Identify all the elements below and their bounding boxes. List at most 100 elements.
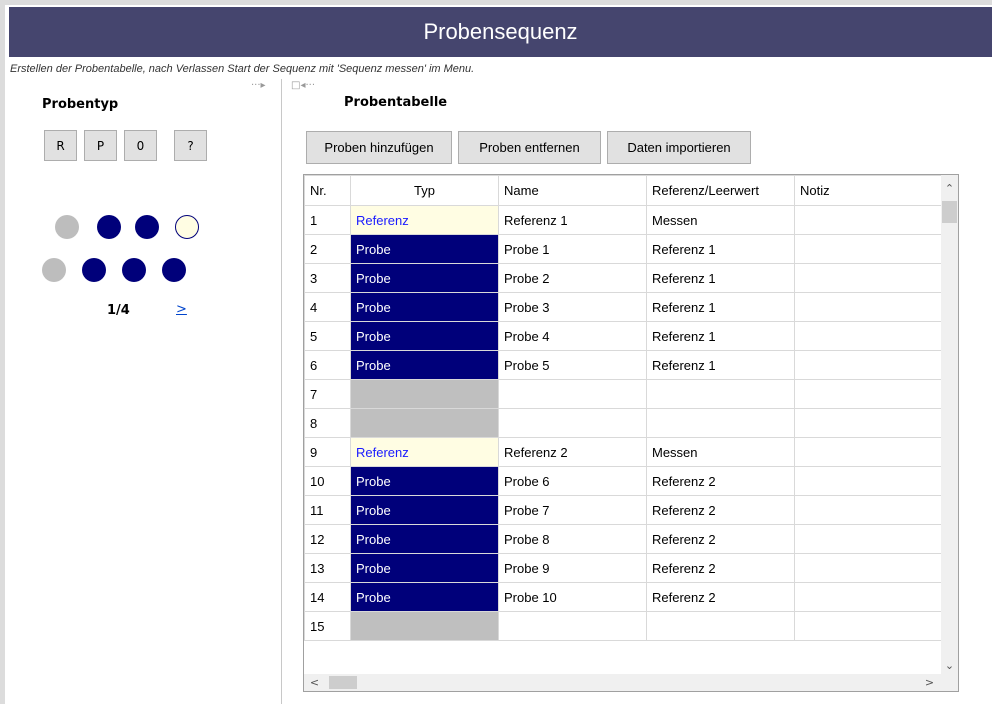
chevron-left-icon[interactable]: < bbox=[306, 674, 323, 691]
table-row[interactable]: 11 Probe Probe 7 Referenz 2 bbox=[304, 495, 942, 525]
cell-reference[interactable]: Referenz 2 bbox=[646, 553, 795, 583]
chevron-right-icon[interactable]: > bbox=[921, 674, 938, 691]
cell-nr[interactable]: 13 bbox=[304, 553, 351, 583]
type-help-button[interactable]: ? bbox=[174, 130, 207, 161]
cell-nr[interactable]: 9 bbox=[304, 437, 351, 467]
cell-reference[interactable]: Messen bbox=[646, 205, 795, 235]
cell-name[interactable]: Probe 1 bbox=[498, 234, 647, 264]
cell-name[interactable] bbox=[498, 611, 647, 641]
table-row[interactable]: 10 Probe Probe 6 Referenz 2 bbox=[304, 466, 942, 496]
cell-note[interactable] bbox=[794, 205, 942, 235]
add-samples-button[interactable]: Proben hinzufügen bbox=[306, 131, 452, 164]
cell-type[interactable] bbox=[350, 408, 499, 438]
cell-nr[interactable]: 1 bbox=[304, 205, 351, 235]
cell-type[interactable]: Referenz bbox=[350, 205, 499, 235]
column-header-nr[interactable]: Nr. bbox=[304, 175, 351, 206]
cell-name[interactable]: Referenz 1 bbox=[498, 205, 647, 235]
chevron-down-icon[interactable]: ⌄ bbox=[941, 657, 958, 674]
panel-divider[interactable] bbox=[281, 79, 282, 704]
cell-note[interactable] bbox=[794, 234, 942, 264]
cell-reference[interactable]: Referenz 2 bbox=[646, 466, 795, 496]
table-row[interactable]: 13 Probe Probe 9 Referenz 2 bbox=[304, 553, 942, 583]
column-header-name[interactable]: Name bbox=[498, 175, 647, 206]
tray-position-grey[interactable] bbox=[42, 258, 66, 282]
sample-table[interactable]: Nr. Typ Name Referenz/Leerwert Notiz 1 Re… bbox=[303, 174, 959, 692]
cell-reference[interactable]: Referenz 1 bbox=[646, 350, 795, 380]
cell-reference[interactable]: Referenz 2 bbox=[646, 524, 795, 554]
cell-type[interactable]: Referenz bbox=[350, 437, 499, 467]
cell-reference[interactable] bbox=[646, 611, 795, 641]
cell-type[interactable]: Probe bbox=[350, 466, 499, 496]
cell-type[interactable]: Probe bbox=[350, 495, 499, 525]
table-row[interactable]: 1 Referenz Referenz 1 Messen bbox=[304, 205, 942, 235]
cell-name[interactable]: Probe 7 bbox=[498, 495, 647, 525]
type-empty-button[interactable]: 0 bbox=[124, 130, 157, 161]
cell-type[interactable]: Probe bbox=[350, 263, 499, 293]
horizontal-scroll-thumb[interactable] bbox=[329, 676, 357, 689]
table-row[interactable]: 15 bbox=[304, 611, 942, 641]
cell-reference[interactable]: Referenz 1 bbox=[646, 234, 795, 264]
cell-note[interactable] bbox=[794, 466, 942, 496]
cell-note[interactable] bbox=[794, 292, 942, 322]
table-row[interactable]: 4 Probe Probe 3 Referenz 1 bbox=[304, 292, 942, 322]
table-row[interactable]: 6 Probe Probe 5 Referenz 1 bbox=[304, 350, 942, 380]
cell-note[interactable] bbox=[794, 321, 942, 351]
cell-reference[interactable] bbox=[646, 379, 795, 409]
column-header-reference[interactable]: Referenz/Leerwert bbox=[646, 175, 795, 206]
table-row[interactable]: 14 Probe Probe 10 Referenz 2 bbox=[304, 582, 942, 612]
cell-name[interactable] bbox=[498, 408, 647, 438]
cell-nr[interactable]: 14 bbox=[304, 582, 351, 612]
tray-position-navy[interactable] bbox=[122, 258, 146, 282]
column-header-type[interactable]: Typ bbox=[350, 175, 499, 206]
table-row[interactable]: 2 Probe Probe 1 Referenz 1 bbox=[304, 234, 942, 264]
cell-type[interactable] bbox=[350, 611, 499, 641]
cell-name[interactable]: Probe 10 bbox=[498, 582, 647, 612]
cell-note[interactable] bbox=[794, 263, 942, 293]
cell-name[interactable]: Probe 5 bbox=[498, 350, 647, 380]
cell-type[interactable]: Probe bbox=[350, 582, 499, 612]
cell-name[interactable]: Referenz 2 bbox=[498, 437, 647, 467]
cell-nr[interactable]: 15 bbox=[304, 611, 351, 641]
cell-type[interactable]: Probe bbox=[350, 234, 499, 264]
tray-position-empty[interactable] bbox=[175, 215, 199, 239]
cell-reference[interactable]: Referenz 2 bbox=[646, 495, 795, 525]
cell-reference[interactable]: Messen bbox=[646, 437, 795, 467]
type-reference-button[interactable]: R bbox=[44, 130, 77, 161]
tray-position-grey[interactable] bbox=[55, 215, 79, 239]
cell-name[interactable] bbox=[498, 379, 647, 409]
cell-nr[interactable]: 10 bbox=[304, 466, 351, 496]
cell-note[interactable] bbox=[794, 379, 942, 409]
cell-note[interactable] bbox=[794, 350, 942, 380]
cell-name[interactable]: Probe 9 bbox=[498, 553, 647, 583]
cell-name[interactable]: Probe 6 bbox=[498, 466, 647, 496]
table-row[interactable]: 7 bbox=[304, 379, 942, 409]
cell-note[interactable] bbox=[794, 495, 942, 525]
tray-position-navy[interactable] bbox=[97, 215, 121, 239]
cell-name[interactable]: Probe 2 bbox=[498, 263, 647, 293]
cell-reference[interactable]: Referenz 1 bbox=[646, 292, 795, 322]
remove-samples-button[interactable]: Proben entfernen bbox=[458, 131, 601, 164]
cell-note[interactable] bbox=[794, 611, 942, 641]
expand-panel-arrow-icon[interactable]: □◂··· bbox=[291, 80, 315, 91]
cell-reference[interactable]: Referenz 1 bbox=[646, 321, 795, 351]
cell-type[interactable]: Probe bbox=[350, 553, 499, 583]
column-header-note[interactable]: Notiz bbox=[794, 175, 942, 206]
cell-nr[interactable]: 8 bbox=[304, 408, 351, 438]
import-data-button[interactable]: Daten importieren bbox=[607, 131, 751, 164]
cell-type[interactable] bbox=[350, 379, 499, 409]
cell-reference[interactable]: Referenz 1 bbox=[646, 263, 795, 293]
next-page-link[interactable]: > bbox=[176, 302, 187, 317]
cell-note[interactable] bbox=[794, 553, 942, 583]
cell-nr[interactable]: 4 bbox=[304, 292, 351, 322]
cell-nr[interactable]: 3 bbox=[304, 263, 351, 293]
cell-note[interactable] bbox=[794, 582, 942, 612]
tray-position-navy[interactable] bbox=[135, 215, 159, 239]
cell-type[interactable]: Probe bbox=[350, 292, 499, 322]
table-row[interactable]: 8 bbox=[304, 408, 942, 438]
table-row[interactable]: 3 Probe Probe 2 Referenz 1 bbox=[304, 263, 942, 293]
cell-type[interactable]: Probe bbox=[350, 524, 499, 554]
chevron-up-icon[interactable]: ⌃ bbox=[941, 180, 958, 197]
cell-name[interactable]: Probe 3 bbox=[498, 292, 647, 322]
cell-note[interactable] bbox=[794, 524, 942, 554]
type-probe-button[interactable]: P bbox=[84, 130, 117, 161]
